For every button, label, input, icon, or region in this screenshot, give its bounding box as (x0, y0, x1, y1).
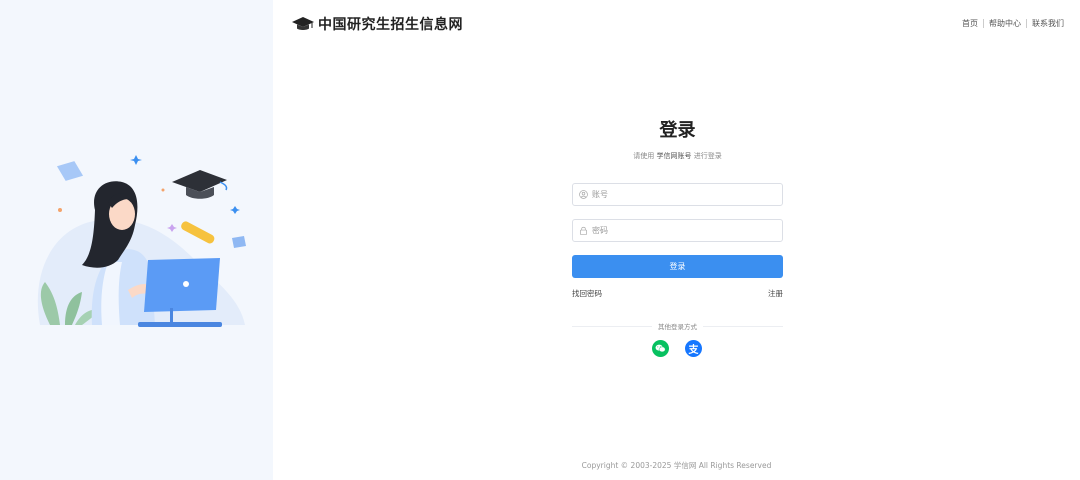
nav-help-link[interactable]: 帮助中心 (989, 18, 1021, 29)
site-name: 中国研究生招生信息网 (318, 17, 463, 33)
password-field[interactable] (572, 219, 783, 242)
other-login-divider: 其他登录方式 (572, 321, 783, 331)
login-subtitle: 请使用 学信网账号 进行登录 (572, 151, 783, 161)
alipay-login-button[interactable]: 支 (685, 340, 702, 357)
other-login-label: 其他登录方式 (658, 323, 697, 331)
account-field[interactable] (572, 183, 783, 206)
forgot-password-link[interactable]: 找回密码 (572, 288, 602, 299)
alipay-icon: 支 (688, 345, 699, 356)
register-link[interactable]: 注册 (768, 288, 783, 299)
student-laptop-illustration (37, 155, 246, 327)
login-form: 登录 请使用 学信网账号 进行登录 登录 找回密码 注册 其他登录方式 (572, 118, 783, 357)
site-logo[interactable]: 中国研究生招生信息网 (291, 14, 463, 34)
user-icon (579, 190, 588, 199)
nav-divider (1026, 19, 1027, 28)
wechat-icon (655, 344, 666, 353)
wechat-login-button[interactable] (652, 340, 669, 357)
subtitle-account-type: 学信网账号 (656, 152, 692, 160)
subtitle-suffix: 进行登录 (693, 152, 722, 160)
nav-divider (983, 19, 984, 28)
nav-home-link[interactable]: 首页 (962, 18, 978, 29)
lock-icon (579, 226, 588, 235)
password-input[interactable] (592, 226, 772, 235)
login-title: 登录 (659, 120, 696, 141)
nav-contact-link[interactable]: 联系我们 (1032, 18, 1064, 29)
divider-line (703, 325, 783, 327)
login-button[interactable]: 登录 (572, 255, 783, 278)
top-nav: 首页 帮助中心 联系我们 (962, 18, 1064, 29)
divider-line (572, 325, 652, 327)
page-header: 中国研究生招生信息网 首页 帮助中心 联系我们 (273, 0, 1080, 48)
graduation-cap-icon (292, 17, 314, 30)
illustration-panel (0, 0, 273, 480)
account-input[interactable] (592, 190, 772, 199)
footer-copyright: Copyright © 2003-2025 学信网 All Rights Res… (581, 461, 772, 470)
subtitle-prefix: 请使用 (633, 152, 655, 160)
auth-links: 找回密码 注册 (572, 288, 783, 299)
